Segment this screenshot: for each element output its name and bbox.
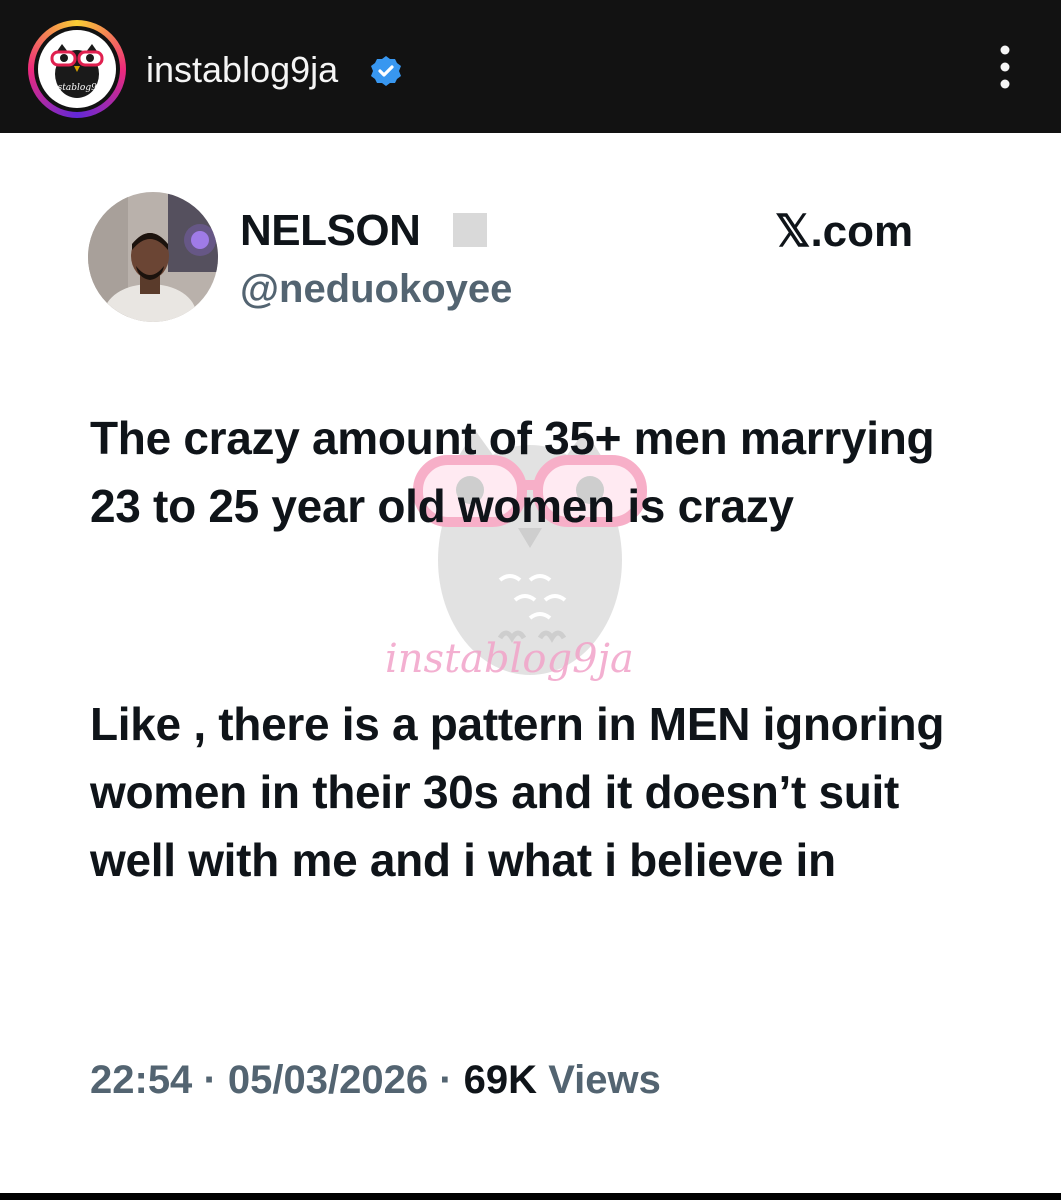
tweet-paragraph-1: The crazy amount of 35+ men marrying 23 …	[90, 412, 935, 532]
account-name[interactable]: instablog9ja	[146, 48, 338, 92]
meta-separator: ·	[439, 1058, 453, 1102]
views-label: Views	[548, 1058, 661, 1102]
tweet-paragraph-2: Like , there is a pattern in MEN ignorin…	[90, 698, 945, 886]
more-options-icon[interactable]	[985, 42, 1025, 92]
meta-separator: ·	[203, 1058, 217, 1102]
watermark-text: instablog9ja	[385, 636, 634, 682]
tweet-date: 05/03/2026	[227, 1058, 429, 1102]
tweet-author-avatar	[88, 192, 218, 322]
x-source-label: 𝕏.com	[775, 207, 914, 256]
avatar-logo-text: instablog9ja	[49, 83, 105, 93]
bottom-edge	[0, 1193, 1061, 1200]
account-avatar[interactable]: instablog9ja	[28, 20, 126, 118]
verified-badge-icon	[371, 56, 401, 86]
flag-placeholder-icon	[453, 213, 487, 247]
tweet-time: 22:54	[90, 1058, 193, 1102]
tweet-username: @neduokoyee	[240, 267, 513, 311]
owl-logo-icon: instablog9ja	[38, 30, 116, 108]
views-count: 69K	[463, 1058, 538, 1102]
tweet-display-name: NELSON	[240, 206, 421, 255]
tweet-meta: 22:54 · 05/03/2026 · 69K Views	[90, 1052, 661, 1108]
post-header: instablog9ja instablog9ja	[0, 0, 1061, 133]
